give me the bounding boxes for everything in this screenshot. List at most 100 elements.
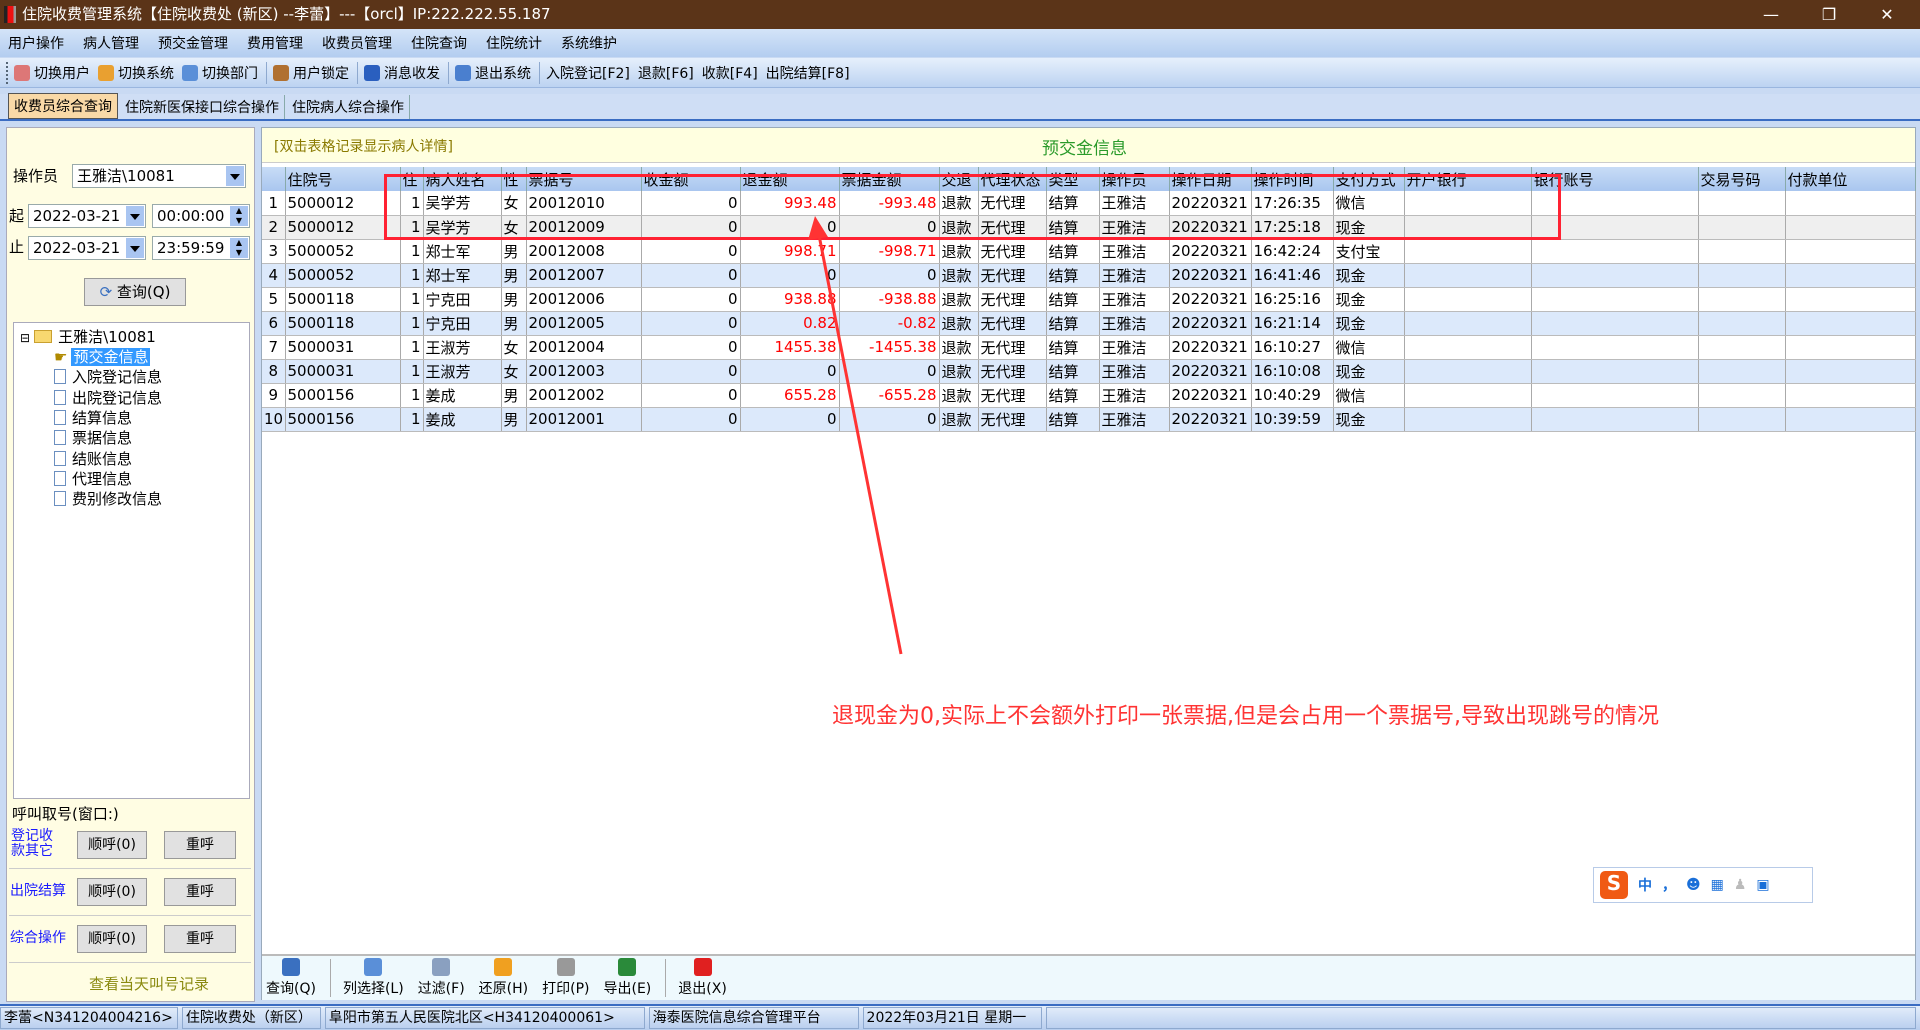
tree-root[interactable]: ⊟ 王雅洁\10081 (20, 326, 156, 347)
toolbar-button[interactable]: 出院结算[F8] (766, 63, 850, 83)
table-cell: 20012004 (526, 335, 642, 360)
chevron-down-icon[interactable] (126, 238, 144, 258)
toolbar-button[interactable]: 切换部门 (182, 63, 258, 83)
recall-button[interactable]: 重呼 (164, 878, 236, 906)
start-date-picker[interactable]: 2022-03-21 (28, 204, 146, 228)
call-log-link[interactable]: 查看当天叫号记录 (89, 973, 209, 994)
table-row[interactable]: 5 5000118 1 宁克田男 20012006 0 938.88 -938.88 退款 无代理… (262, 287, 1916, 312)
end-date-picker[interactable]: 2022-03-21 (28, 236, 146, 260)
table-cell: 男 (501, 383, 527, 408)
tree-item[interactable]: 入院登记信息 (54, 366, 162, 387)
close-button[interactable]: ✕ (1864, 0, 1910, 29)
bottom-button[interactable]: 导出(E) (604, 958, 651, 1000)
bottom-button[interactable]: 列选择(L) (343, 958, 404, 1000)
spinner-icon[interactable]: ▲ ▼ (230, 206, 248, 226)
emoji-icon[interactable]: ☻ (1686, 877, 1701, 893)
tree-item-label: 入院登记信息 (72, 368, 163, 387)
table-cell: 20220321 (1169, 335, 1252, 360)
column-header[interactable]: 交易号码 (1698, 167, 1786, 191)
table-cell: 1 (400, 407, 424, 432)
table-cell: 无代理 (978, 263, 1047, 288)
ime-punct[interactable]: ， (1662, 875, 1676, 895)
call-next-button[interactable]: 顺呼(0) (77, 878, 147, 906)
tree-item[interactable]: ☛ 预交金信息 (54, 346, 151, 367)
toolbar-separator (448, 61, 449, 84)
table-row[interactable]: 4 5000052 1 郑士军男 20012007 0 0 0 退款 无代理 结算 王雅洁 202203… (262, 263, 1916, 288)
restore-button[interactable]: ❐ (1806, 0, 1852, 29)
toolbar-button[interactable]: 入院登记[F2] (546, 63, 630, 83)
table-cell (1698, 215, 1786, 240)
tree-item[interactable]: 结账信息 (54, 448, 132, 469)
menu-item[interactable]: 收费员管理 (322, 33, 392, 53)
call-next-button[interactable]: 顺呼(0) (77, 831, 147, 859)
query-button[interactable]: ⟳ 查询(Q) (84, 278, 186, 306)
table-cell: 宁克田 (423, 287, 502, 312)
table-cell: 10:39:59 (1251, 407, 1334, 432)
end-time-input[interactable]: 23:59:59 ▲ ▼ (152, 236, 250, 260)
toolbar-button-label: 入院登记[F2] (546, 65, 630, 82)
bottom-button[interactable]: 打印(P) (542, 958, 590, 1000)
table-row[interactable]: 6 5000118 1 宁克田男 20012005 0 0.82 -0.82 退款 无代理 结算 王雅… (262, 311, 1916, 336)
tab[interactable]: 住院新医保接口综合操作 (120, 95, 285, 119)
user-icon[interactable]: ♟ (1734, 877, 1747, 893)
excel-export-icon (618, 958, 637, 976)
menu-item[interactable]: 住院统计 (486, 33, 542, 53)
toolbar-button[interactable]: 退款[F6] (638, 63, 694, 83)
start-date-value: 2022-03-21 (33, 207, 121, 225)
table-cell: 938.88 (740, 287, 840, 312)
minimize-button[interactable]: — (1748, 0, 1794, 29)
collapse-icon[interactable]: ⊟ (20, 331, 30, 345)
column-header[interactable]: 住院号 (285, 167, 401, 191)
toolbar-grip[interactable] (6, 61, 8, 84)
tree-item-label: 票据信息 (72, 429, 133, 448)
tree-item[interactable]: 结算信息 (54, 407, 132, 428)
ime-toolbar[interactable]: S 中 ， ☻ ▦ ♟ ▣ (1593, 867, 1813, 903)
call-next-button[interactable]: 顺呼(0) (77, 925, 147, 953)
toolbar-button[interactable]: 退出系统 (455, 63, 531, 83)
apps-grid-icon[interactable]: ▣ (1756, 877, 1769, 893)
ime-mode[interactable]: 中 (1638, 875, 1652, 895)
status-segment: 住院收费处（新区） (181, 1007, 321, 1029)
spinner-icon[interactable]: ▲ ▼ (230, 238, 248, 258)
tree-item[interactable]: 出院登记信息 (54, 387, 162, 408)
table-row[interactable]: 3 5000052 1 郑士军男 20012008 0 998.71 -998.71 退款 无代理… (262, 239, 1916, 264)
column-header[interactable]: 付款单位 (1785, 167, 1916, 191)
tab[interactable]: 住院病人综合操作 (287, 95, 410, 119)
table-row[interactable]: 7 5000031 1 王淑芳女 20012004 0 1455.38 -1455.38 退款无… (262, 335, 1916, 360)
tree-item[interactable]: 票据信息 (54, 427, 132, 448)
menu-item[interactable]: 费用管理 (247, 33, 303, 53)
table-cell: 王雅洁 (1099, 359, 1170, 384)
tree-item[interactable]: 费别修改信息 (54, 488, 162, 509)
menu-item[interactable]: 住院查询 (411, 33, 467, 53)
toolbar-button[interactable]: 收款[F4] (702, 63, 758, 83)
toolbar-button[interactable]: 切换系统 (98, 63, 174, 83)
tree-view[interactable]: ⊟ 王雅洁\10081 ☛ 预交金信息 入院登记信息 出院登记信息 结算信息 票据信息 结账信息… (13, 322, 250, 799)
table-cell (1698, 359, 1786, 384)
bottom-button[interactable]: 还原(H) (479, 958, 528, 1000)
start-time-input[interactable]: 00:00:00 ▲ ▼ (152, 204, 250, 228)
bottom-button[interactable]: 退出(X) (678, 958, 727, 1000)
recall-button[interactable]: 重呼 (164, 925, 236, 953)
chevron-down-icon[interactable] (126, 206, 144, 226)
table-row[interactable]: 9 5000156 1 姜成男 20012002 0 655.28 -655.28 退款 无代理结… (262, 383, 1916, 408)
bottom-button[interactable]: 查询(Q) (266, 958, 316, 1000)
menu-item[interactable]: 预交金管理 (158, 33, 228, 53)
main-panel: [双击表格记录显示病人详情] 预交金信息 住院号住病人姓名性票据号 收金额 退金额票… (261, 127, 1916, 1000)
menu-item[interactable]: 系统维护 (561, 33, 617, 53)
hourglass-icon (432, 958, 451, 976)
tab[interactable]: 收费员综合查询 (8, 93, 118, 119)
menu-item[interactable]: 病人管理 (83, 33, 139, 53)
table-row[interactable]: 8 5000031 1 王淑芳女 20012003 0 0 0 退款 无代理 结算 王雅洁 202203… (262, 359, 1916, 384)
toolbar-button[interactable]: 切换用户 (14, 63, 90, 83)
bottom-button[interactable]: 过滤(F) (418, 958, 465, 1000)
chevron-down-icon[interactable] (226, 166, 244, 186)
recall-button[interactable]: 重呼 (164, 831, 236, 859)
tree-item-label: 预交金信息 (71, 348, 151, 366)
tree-item[interactable]: 代理信息 (54, 468, 132, 489)
toolbar-button[interactable]: 消息收发 (364, 63, 440, 83)
menu-item[interactable]: 用户操作 (8, 33, 64, 53)
toolbar-button[interactable]: 用户锁定 (273, 63, 349, 83)
table-row[interactable]: 10 5000156 1 姜成男 20012001 0 0 0 退款 无代理 结算 王雅洁 202203… (262, 407, 1916, 432)
operator-select[interactable]: 王雅洁\10081 (72, 164, 246, 188)
keyboard-icon[interactable]: ▦ (1711, 877, 1724, 893)
